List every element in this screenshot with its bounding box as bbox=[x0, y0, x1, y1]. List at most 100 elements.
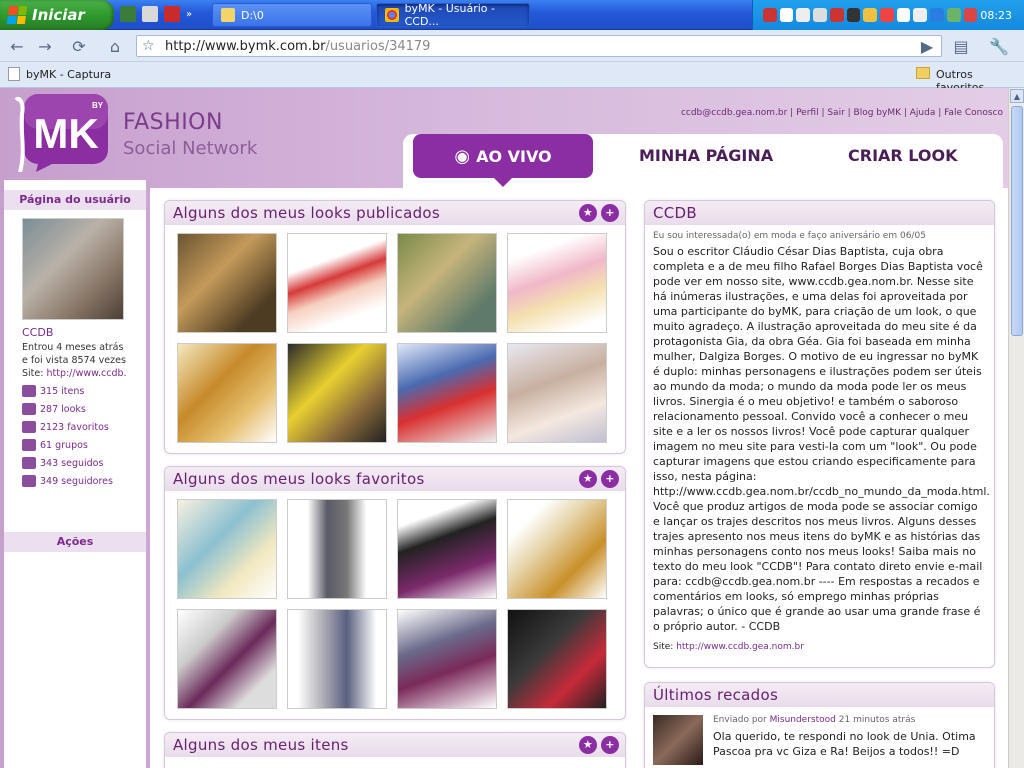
tray-icon[interactable] bbox=[946, 8, 961, 22]
reload-icon[interactable]: ⟳ bbox=[66, 34, 92, 58]
look-thumbnail[interactable] bbox=[177, 499, 277, 599]
back-arrow-icon[interactable]: ← bbox=[4, 34, 30, 58]
star-button[interactable]: ★ bbox=[579, 470, 597, 488]
tab-criar-look[interactable]: CRIAR LOOK bbox=[848, 146, 958, 165]
top-links[interactable]: ccdb@ccdb.gea.nom.br | Perfil | Sair | B… bbox=[681, 108, 1003, 118]
site-label: Site: bbox=[22, 368, 44, 379]
chrome-icon bbox=[385, 8, 399, 22]
add-button[interactable]: + bbox=[601, 204, 619, 222]
look-thumbnail[interactable] bbox=[287, 499, 387, 599]
wrench-icon[interactable]: 🔧 bbox=[986, 34, 1012, 58]
bookmark-captura[interactable]: byMK - Captura bbox=[26, 68, 111, 81]
messages-title: Últimos recados bbox=[645, 683, 994, 707]
tray-icon[interactable] bbox=[896, 8, 911, 22]
clock: 08:23 bbox=[980, 8, 1013, 22]
scroll-up-icon[interactable]: ▲ bbox=[1010, 89, 1024, 103]
app-icon[interactable] bbox=[120, 6, 136, 22]
tab-minha-pagina[interactable]: MINHA PÁGINA bbox=[639, 146, 773, 165]
chevron-right-icon[interactable]: » bbox=[186, 9, 192, 20]
url-path: /usuarios/34179 bbox=[325, 38, 431, 54]
address-bar[interactable]: http://www.bymk.com.br/usuarios/34179 bbox=[136, 35, 942, 57]
look-thumbnail[interactable] bbox=[177, 609, 277, 709]
forward-arrow-icon[interactable]: → bbox=[32, 34, 58, 58]
tray-icon[interactable] bbox=[863, 8, 878, 22]
look-thumbnail[interactable] bbox=[507, 609, 607, 709]
scroll-thumb[interactable] bbox=[1011, 106, 1023, 336]
bookmark-star-icon[interactable]: ☆ bbox=[142, 38, 155, 54]
stat-groups[interactable]: 61 grupos bbox=[22, 438, 146, 452]
message-text: Ola querido, te respondi no look de Unia… bbox=[713, 730, 976, 758]
tray-icon[interactable] bbox=[813, 8, 827, 22]
stat-items[interactable]: 315 itens bbox=[22, 384, 146, 398]
message-meta: Enviado por Misunderstood 21 minutos atr… bbox=[713, 715, 916, 725]
page-scrollbar[interactable]: ▲ bbox=[1008, 88, 1024, 768]
look-thumbnail[interactable] bbox=[177, 343, 277, 443]
look-thumbnail[interactable] bbox=[397, 343, 497, 443]
looks-grid bbox=[165, 491, 625, 717]
logo-by: BY bbox=[92, 101, 104, 110]
site-link[interactable]: http://www.ccdb. bbox=[46, 368, 126, 379]
acrobat-icon[interactable] bbox=[164, 6, 180, 22]
messages-panel: Últimos recados Enviado por Misunderstoo… bbox=[644, 682, 995, 768]
system-tray: 08:23 bbox=[752, 0, 1024, 30]
panel-header: Alguns dos meus itens ★ + bbox=[165, 733, 625, 757]
people-icon bbox=[22, 403, 36, 415]
sidebar-title: Página do usuário bbox=[4, 190, 146, 210]
star-icon bbox=[22, 421, 36, 433]
star-button[interactable]: ★ bbox=[579, 204, 597, 222]
look-thumbnail[interactable] bbox=[397, 499, 497, 599]
look-thumbnail[interactable] bbox=[397, 233, 497, 333]
tray-icon[interactable] bbox=[829, 8, 844, 22]
tray-icon[interactable] bbox=[796, 8, 811, 22]
message-avatar[interactable] bbox=[653, 715, 703, 765]
stat-followers[interactable]: 349 seguidores bbox=[22, 474, 146, 488]
stat-following[interactable]: 343 seguidos bbox=[22, 456, 146, 470]
look-thumbnail[interactable] bbox=[397, 609, 497, 709]
group-icon bbox=[22, 439, 36, 451]
panel-header: Alguns dos meus looks publicados ★ + bbox=[165, 201, 625, 225]
page-content: MK BY FASHION Social Network ccdb@ccdb.g… bbox=[0, 88, 1008, 768]
favorite-looks-panel: Alguns dos meus looks favoritos ★ + bbox=[164, 466, 626, 720]
panel-title: Alguns dos meus itens bbox=[173, 736, 349, 754]
stat-favorites[interactable]: 2123 favoritos bbox=[22, 420, 146, 434]
about-text: Sou o escritor Cláudio César Dias Baptis… bbox=[653, 245, 990, 633]
panel-title: Alguns dos meus looks publicados bbox=[173, 204, 440, 222]
look-thumbnail[interactable] bbox=[507, 233, 607, 333]
look-thumbnail[interactable] bbox=[507, 343, 607, 443]
add-button[interactable]: + bbox=[601, 470, 619, 488]
tray-icon[interactable] bbox=[779, 8, 794, 22]
tray-icon[interactable] bbox=[913, 8, 928, 22]
document-icon[interactable] bbox=[142, 6, 158, 22]
start-button[interactable]: Iniciar bbox=[0, 0, 114, 30]
user-name[interactable]: CCDB bbox=[22, 326, 146, 339]
brand-fashion: FASHION bbox=[123, 110, 223, 135]
quick-launch: » bbox=[120, 6, 192, 22]
look-thumbnail[interactable] bbox=[287, 609, 387, 709]
message-author[interactable]: Misunderstood bbox=[770, 715, 836, 725]
look-thumbnail[interactable] bbox=[177, 233, 277, 333]
taskbar-item-browser[interactable]: byMK - Usuário - CCD... bbox=[376, 2, 530, 28]
tab-ao-vivo[interactable]: ◉ AO VIVO bbox=[413, 134, 593, 187]
go-arrow-icon[interactable]: ▶ bbox=[914, 34, 940, 58]
look-thumbnail[interactable] bbox=[287, 343, 387, 443]
add-button[interactable]: + bbox=[601, 736, 619, 754]
taskbar-item-folder[interactable]: D:\0 bbox=[212, 3, 372, 27]
browser-toolbar: ← → ⟳ ⌂ http://www.bymk.com.br/usuarios/… bbox=[0, 30, 1024, 62]
tray-icon[interactable] bbox=[880, 8, 894, 22]
speaker-icon[interactable] bbox=[846, 8, 861, 22]
star-button[interactable]: ★ bbox=[579, 736, 597, 754]
start-label: Iniciar bbox=[32, 6, 85, 24]
tray-icon[interactable] bbox=[930, 8, 944, 22]
home-icon[interactable]: ⌂ bbox=[102, 34, 128, 58]
tray-icon[interactable] bbox=[763, 8, 777, 22]
page-menu-icon[interactable]: ▤ bbox=[948, 34, 974, 58]
about-site-link[interactable]: http://www.ccdb.gea.nom.br bbox=[676, 642, 804, 652]
tray-icon[interactable] bbox=[963, 8, 978, 22]
bymk-logo[interactable]: MK BY bbox=[10, 92, 110, 172]
task-label: byMK - Usuário - CCD... bbox=[404, 2, 496, 28]
look-thumbnail[interactable] bbox=[507, 499, 607, 599]
stat-looks[interactable]: 287 looks bbox=[22, 402, 146, 416]
look-thumbnail[interactable] bbox=[287, 233, 387, 333]
avatar[interactable] bbox=[22, 218, 124, 320]
url-host: http://www.bymk.com.br bbox=[165, 38, 326, 54]
